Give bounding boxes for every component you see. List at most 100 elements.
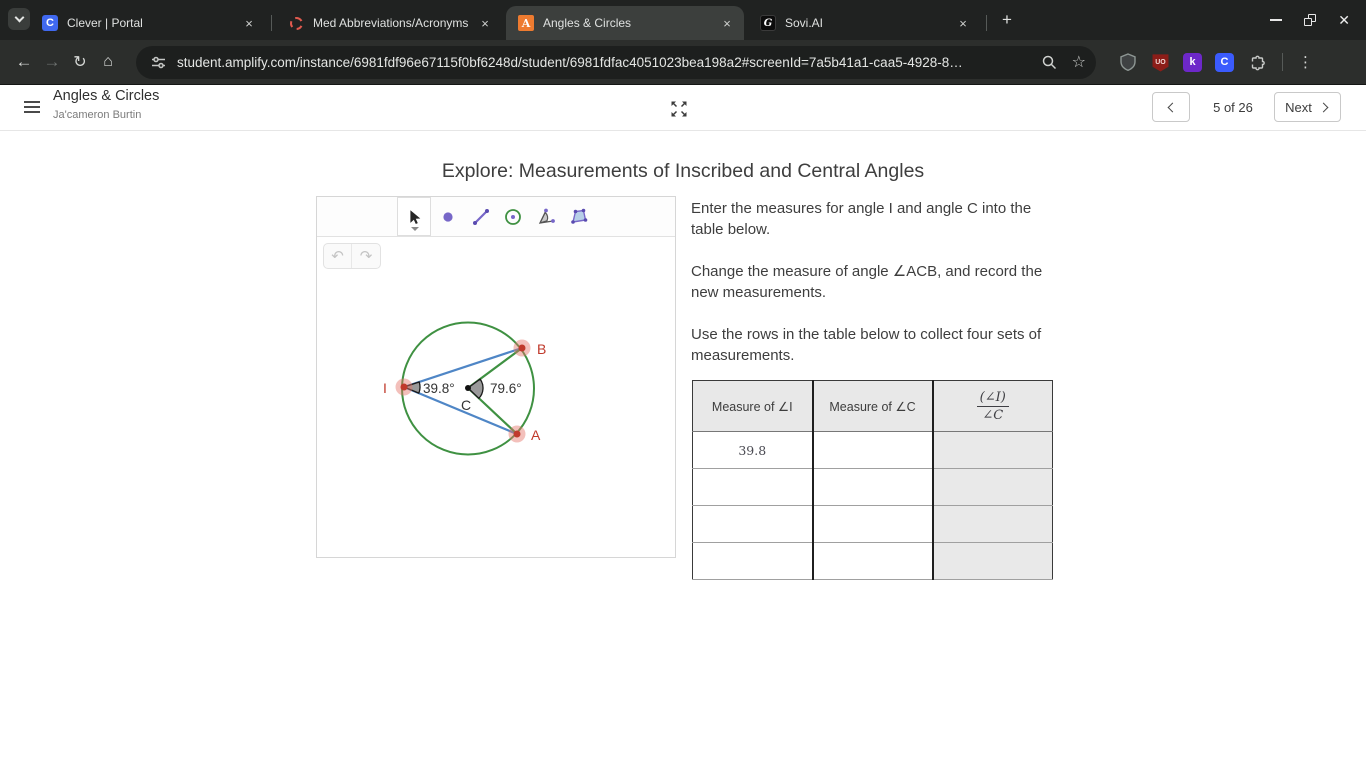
cell-angle-i[interactable]: [693, 543, 813, 580]
instructions: Enter the measures for angle I and angle…: [691, 198, 1045, 387]
point-i[interactable]: [401, 384, 408, 391]
extensions-puzzle-icon[interactable]: [1247, 52, 1267, 72]
cell-ratio: [933, 543, 1053, 580]
new-tab-button[interactable]: +: [996, 9, 1018, 31]
tool-dropdown-icon[interactable]: [411, 227, 419, 231]
cell-angle-c[interactable]: [813, 432, 933, 469]
address-bar[interactable]: student.amplify.com/instance/6981fdf96e6…: [136, 46, 1096, 79]
ratio-fraction: (∠I) ∠C: [977, 390, 1009, 423]
table-row: 39.8: [693, 432, 1053, 469]
tab-title: Clever | Portal: [67, 16, 232, 30]
previous-page-button[interactable]: [1152, 92, 1190, 122]
measurements-table: Measure of ∠I Measure of ∠C (∠I) ∠C 39.8: [692, 380, 1053, 580]
segment-tool-icon[interactable]: [470, 206, 492, 228]
point-b[interactable]: [519, 345, 526, 352]
label-point-c: C: [461, 397, 471, 413]
label-point-b: B: [537, 341, 546, 357]
cell-angle-i[interactable]: 39.8: [693, 432, 813, 469]
cell-ratio: [933, 469, 1053, 506]
student-name: Ja'cameron Burtin: [53, 109, 141, 121]
tab-sovi-ai[interactable]: G Sovi.AI ×: [748, 6, 980, 40]
geogebra-applet: ↶ ↷ I B A C: [316, 196, 676, 558]
column-header-ratio: (∠I) ∠C: [933, 381, 1053, 432]
cell-ratio: [933, 432, 1053, 469]
close-tab-icon[interactable]: ×: [718, 14, 736, 32]
clever-extension-icon[interactable]: C: [1215, 53, 1234, 72]
column-header-angle-i: Measure of ∠I: [693, 381, 813, 432]
angle-tool-icon[interactable]: [535, 206, 557, 228]
tab-title: Med Abbreviations/Acronyms |: [313, 16, 468, 30]
chevron-left-icon: [1168, 102, 1178, 112]
cell-angle-c[interactable]: [813, 543, 933, 580]
geogebra-toolbar: [317, 197, 675, 237]
close-window-icon[interactable]: ✕: [1338, 13, 1350, 27]
cell-ratio: [933, 506, 1053, 543]
instruction-paragraph: Enter the measures for angle I and angle…: [691, 198, 1045, 240]
menu-hamburger-icon[interactable]: [24, 101, 40, 116]
home-icon[interactable]: ⌂: [94, 53, 122, 71]
instruction-paragraph: Change the measure of angle ∠ACB, and re…: [691, 261, 1045, 303]
back-icon[interactable]: ←: [10, 52, 38, 72]
circle-with-center-tool-icon[interactable]: [502, 206, 524, 228]
chevron-right-icon: [1318, 102, 1328, 112]
tab-clever-portal[interactable]: C Clever | Portal ×: [30, 6, 266, 40]
lesson-title: Angles & Circles: [53, 88, 159, 104]
tab-med-abbreviations[interactable]: Med Abbreviations/Acronyms | ×: [276, 6, 502, 40]
table-row: [693, 506, 1053, 543]
restore-window-icon[interactable]: [1304, 14, 1316, 26]
tab-divider: [986, 15, 987, 31]
cell-angle-c[interactable]: [813, 469, 933, 506]
page-title: Explore: Measurements of Inscribed and C…: [0, 160, 1366, 183]
reload-icon[interactable]: ↻: [66, 52, 94, 72]
shield-extension-icon[interactable]: [1118, 52, 1138, 72]
ublock-origin-icon[interactable]: UO: [1151, 53, 1170, 72]
instruction-paragraph: Use the rows in the table below to colle…: [691, 324, 1045, 366]
point-tool-icon[interactable]: [437, 206, 459, 228]
tab-search-button[interactable]: [8, 8, 30, 30]
point-c[interactable]: [465, 385, 471, 391]
window-controls: ✕: [1270, 0, 1366, 40]
graphics-view[interactable]: I B A C 39.8° 79.6°: [317, 237, 675, 557]
cursor-arrow-icon: [405, 208, 423, 226]
next-label: Next: [1285, 100, 1312, 115]
tab-title: Angles & Circles: [543, 16, 710, 30]
tab-divider: [271, 15, 272, 31]
cell-angle-i[interactable]: [693, 469, 813, 506]
extensions-area: UO k C ⋮: [1118, 52, 1317, 72]
label-point-i: I: [383, 380, 387, 396]
browser-toolbar: ← → ↻ ⌂ student.amplify.com/instance/698…: [0, 40, 1366, 85]
zoom-icon[interactable]: [1041, 54, 1058, 71]
column-header-angle-c: Measure of ∠C: [813, 381, 933, 432]
page-indicator: 5 of 26: [1205, 100, 1261, 115]
med-abbreviations-favicon: [290, 17, 303, 30]
toolbar-divider: [1282, 53, 1283, 71]
site-settings-icon[interactable]: [150, 54, 167, 71]
amplify-favicon: A: [518, 15, 534, 31]
central-angle-value: 79.6°: [490, 381, 522, 396]
fullscreen-icon[interactable]: [669, 99, 689, 119]
kami-extension-icon[interactable]: k: [1183, 53, 1202, 72]
browser-tabstrip: C Clever | Portal × Med Abbreviations/Ac…: [0, 0, 1366, 40]
url-text[interactable]: student.amplify.com/instance/6981fdf96e6…: [177, 55, 1017, 70]
close-tab-icon[interactable]: ×: [240, 14, 258, 32]
forward-icon[interactable]: →: [38, 52, 66, 72]
polygon-tool-icon[interactable]: [568, 206, 590, 228]
close-tab-icon[interactable]: ×: [476, 14, 494, 32]
label-point-a: A: [531, 427, 541, 443]
browser-menu-icon[interactable]: ⋮: [1298, 53, 1317, 71]
cell-angle-c[interactable]: [813, 506, 933, 543]
sovi-favicon: G: [760, 15, 776, 31]
point-a[interactable]: [514, 431, 521, 438]
table-row: [693, 543, 1053, 580]
close-tab-icon[interactable]: ×: [954, 14, 972, 32]
screen: C Clever | Portal × Med Abbreviations/Ac…: [0, 0, 1366, 768]
bookmark-star-icon[interactable]: ☆: [1072, 52, 1086, 72]
cell-angle-i[interactable]: [693, 506, 813, 543]
table-row: [693, 469, 1053, 506]
inscribed-angle-value: 39.8°: [423, 381, 455, 396]
tab-angles-circles-active[interactable]: A Angles & Circles ×: [506, 6, 744, 40]
next-page-button[interactable]: Next: [1274, 92, 1341, 122]
clever-favicon: C: [42, 15, 58, 31]
chevron-down-icon: [14, 13, 24, 23]
minimize-window-icon[interactable]: [1270, 19, 1282, 21]
